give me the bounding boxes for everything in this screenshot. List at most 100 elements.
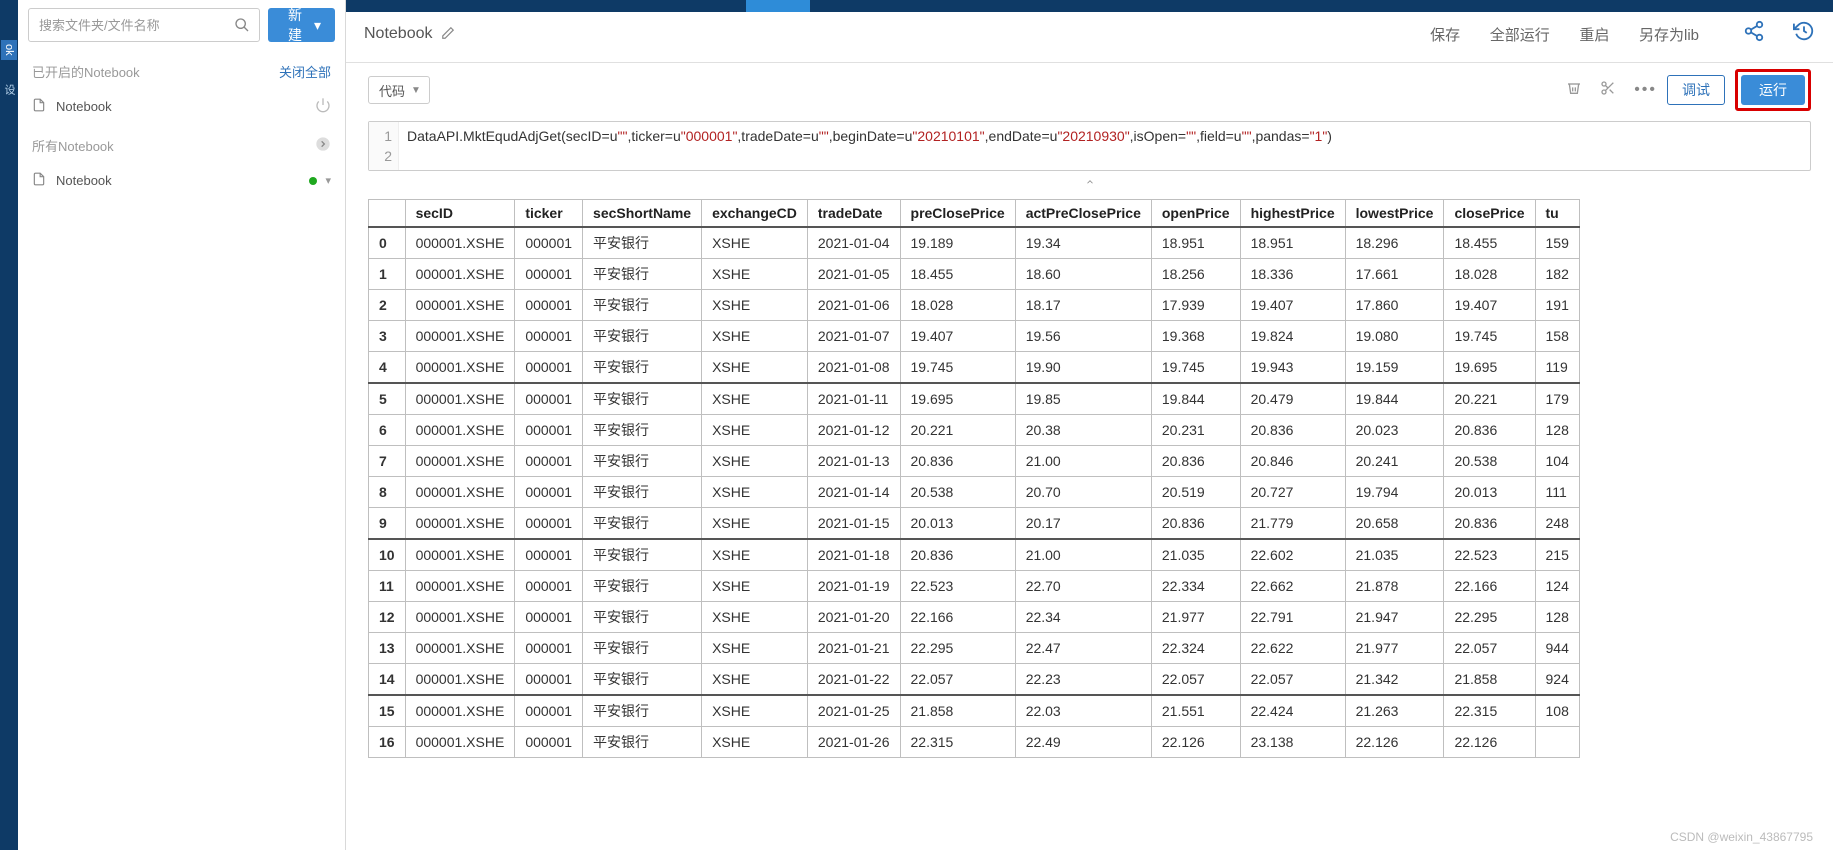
strip-tab-notebook[interactable]: ok (1, 40, 17, 60)
cell-tu: 108 (1535, 695, 1579, 727)
main: Notebook 保存 全部运行 重启 另存为lib 代码 ▼ (346, 0, 1833, 850)
cell-secID: 000001.XSHE (405, 259, 515, 290)
chevron-down-icon: ▼ (411, 85, 421, 96)
cell-secShortName: 平安银行 (583, 695, 702, 727)
edit-icon[interactable] (441, 26, 455, 43)
cell-preClosePrice: 20.836 (900, 446, 1015, 477)
cell-ticker: 000001 (515, 695, 583, 727)
cell-index: 14 (369, 664, 406, 696)
cell-secID: 000001.XSHE (405, 539, 515, 571)
cell-preClosePrice: 19.189 (900, 227, 1015, 259)
cell-ticker: 000001 (515, 477, 583, 508)
cell-tradeDate: 2021-01-25 (807, 695, 900, 727)
chevron-down-icon[interactable]: ▾ (325, 174, 331, 187)
trash-icon[interactable] (1566, 80, 1582, 101)
cell-index: 8 (369, 477, 406, 508)
cell-exchangeCD: XSHE (702, 508, 808, 540)
cell-exchangeCD: XSHE (702, 290, 808, 321)
cell-secID: 000001.XSHE (405, 727, 515, 758)
close-all-link[interactable]: 关闭全部 (279, 62, 331, 81)
cell-type-dropdown[interactable]: 代码 ▼ (368, 76, 430, 104)
code-content[interactable]: DataAPI.MktEqudAdjGet(secID=u"",ticker=u… (399, 122, 1340, 170)
cell-tu: 158 (1535, 321, 1579, 352)
cell-tu: 179 (1535, 383, 1579, 415)
cell-tu: 124 (1535, 571, 1579, 602)
cut-icon[interactable] (1600, 80, 1616, 101)
cell-lowestPrice: 20.658 (1345, 508, 1444, 540)
cell-tu: 104 (1535, 446, 1579, 477)
share-icon[interactable] (1743, 20, 1765, 48)
run-button[interactable]: 运行 (1741, 75, 1805, 105)
cell-preClosePrice: 20.836 (900, 539, 1015, 571)
cell-tradeDate: 2021-01-22 (807, 664, 900, 696)
cell-closePrice: 22.126 (1444, 727, 1535, 758)
cell-actPreClosePrice: 22.49 (1015, 727, 1151, 758)
cell-tradeDate: 2021-01-05 (807, 259, 900, 290)
cell-lowestPrice: 19.794 (1345, 477, 1444, 508)
cell-lowestPrice: 22.126 (1345, 727, 1444, 758)
cell-closePrice: 22.315 (1444, 695, 1535, 727)
cell-actPreClosePrice: 22.03 (1015, 695, 1151, 727)
cell-preClosePrice: 21.858 (900, 695, 1015, 727)
cell-ticker: 000001 (515, 415, 583, 446)
cell-closePrice: 22.166 (1444, 571, 1535, 602)
cell-openPrice: 22.334 (1151, 571, 1240, 602)
cell-lowestPrice: 20.023 (1345, 415, 1444, 446)
cell-index: 15 (369, 695, 406, 727)
cell-tradeDate: 2021-01-04 (807, 227, 900, 259)
more-icon[interactable]: ••• (1634, 81, 1657, 99)
cell-exchangeCD: XSHE (702, 352, 808, 384)
table-row: 9000001.XSHE000001平安银行XSHE2021-01-1520.0… (369, 508, 1580, 540)
cell-preClosePrice: 19.695 (900, 383, 1015, 415)
cell-tradeDate: 2021-01-12 (807, 415, 900, 446)
cell-index: 3 (369, 321, 406, 352)
cell-actPreClosePrice: 18.17 (1015, 290, 1151, 321)
cell-highestPrice: 22.622 (1240, 633, 1345, 664)
cell-closePrice: 19.745 (1444, 321, 1535, 352)
cell-actPreClosePrice: 22.34 (1015, 602, 1151, 633)
col-secShortName: secShortName (583, 200, 702, 228)
debug-button[interactable]: 调试 (1667, 75, 1725, 105)
cell-index: 16 (369, 727, 406, 758)
strip-tab-settings[interactable]: 设 (0, 80, 19, 99)
cell-exchangeCD: XSHE (702, 664, 808, 696)
chevron-right-icon[interactable] (315, 136, 331, 155)
col-tradeDate: tradeDate (807, 200, 900, 228)
collapse-toggle[interactable] (368, 171, 1811, 193)
table-row: 14000001.XSHE000001平安银行XSHE2021-01-2222.… (369, 664, 1580, 696)
search-icon[interactable] (225, 17, 259, 33)
cell-secShortName: 平安银行 (583, 227, 702, 259)
chevron-down-icon: ▾ (314, 17, 321, 34)
search-input[interactable] (29, 18, 225, 33)
code-cell[interactable]: 12 DataAPI.MktEqudAdjGet(secID=u"",ticke… (368, 121, 1811, 171)
cell-tradeDate: 2021-01-11 (807, 383, 900, 415)
cell-secID: 000001.XSHE (405, 602, 515, 633)
opened-notebook-item[interactable]: Notebook (18, 89, 345, 124)
cell-actPreClosePrice: 22.47 (1015, 633, 1151, 664)
new-button[interactable]: 新建 ▾ (268, 8, 335, 42)
all-notebook-item[interactable]: Notebook ▾ (18, 163, 345, 198)
cell-tu: 128 (1535, 415, 1579, 446)
cell-lowestPrice: 17.661 (1345, 259, 1444, 290)
cell-ticker: 000001 (515, 508, 583, 540)
cell-exchangeCD: XSHE (702, 383, 808, 415)
run-all-link[interactable]: 全部运行 (1490, 27, 1550, 44)
header-links: 保存 全部运行 重启 另存为lib (1430, 24, 1725, 45)
cell-tu: 128 (1535, 602, 1579, 633)
cell-closePrice: 21.858 (1444, 664, 1535, 696)
cell-lowestPrice: 21.947 (1345, 602, 1444, 633)
cell-lowestPrice: 17.860 (1345, 290, 1444, 321)
cell-exchangeCD: XSHE (702, 633, 808, 664)
cell-highestPrice: 22.662 (1240, 571, 1345, 602)
cell-closePrice: 20.836 (1444, 415, 1535, 446)
table-row: 6000001.XSHE000001平安银行XSHE2021-01-1220.2… (369, 415, 1580, 446)
history-icon[interactable] (1793, 20, 1815, 48)
cell-openPrice: 22.126 (1151, 727, 1240, 758)
save-link[interactable]: 保存 (1430, 27, 1460, 44)
cell-lowestPrice: 19.159 (1345, 352, 1444, 384)
save-as-link[interactable]: 另存为lib (1639, 27, 1699, 44)
power-icon[interactable] (315, 97, 331, 116)
cell-exchangeCD: XSHE (702, 321, 808, 352)
run-highlight-box: 运行 (1735, 69, 1811, 111)
restart-link[interactable]: 重启 (1579, 27, 1609, 44)
